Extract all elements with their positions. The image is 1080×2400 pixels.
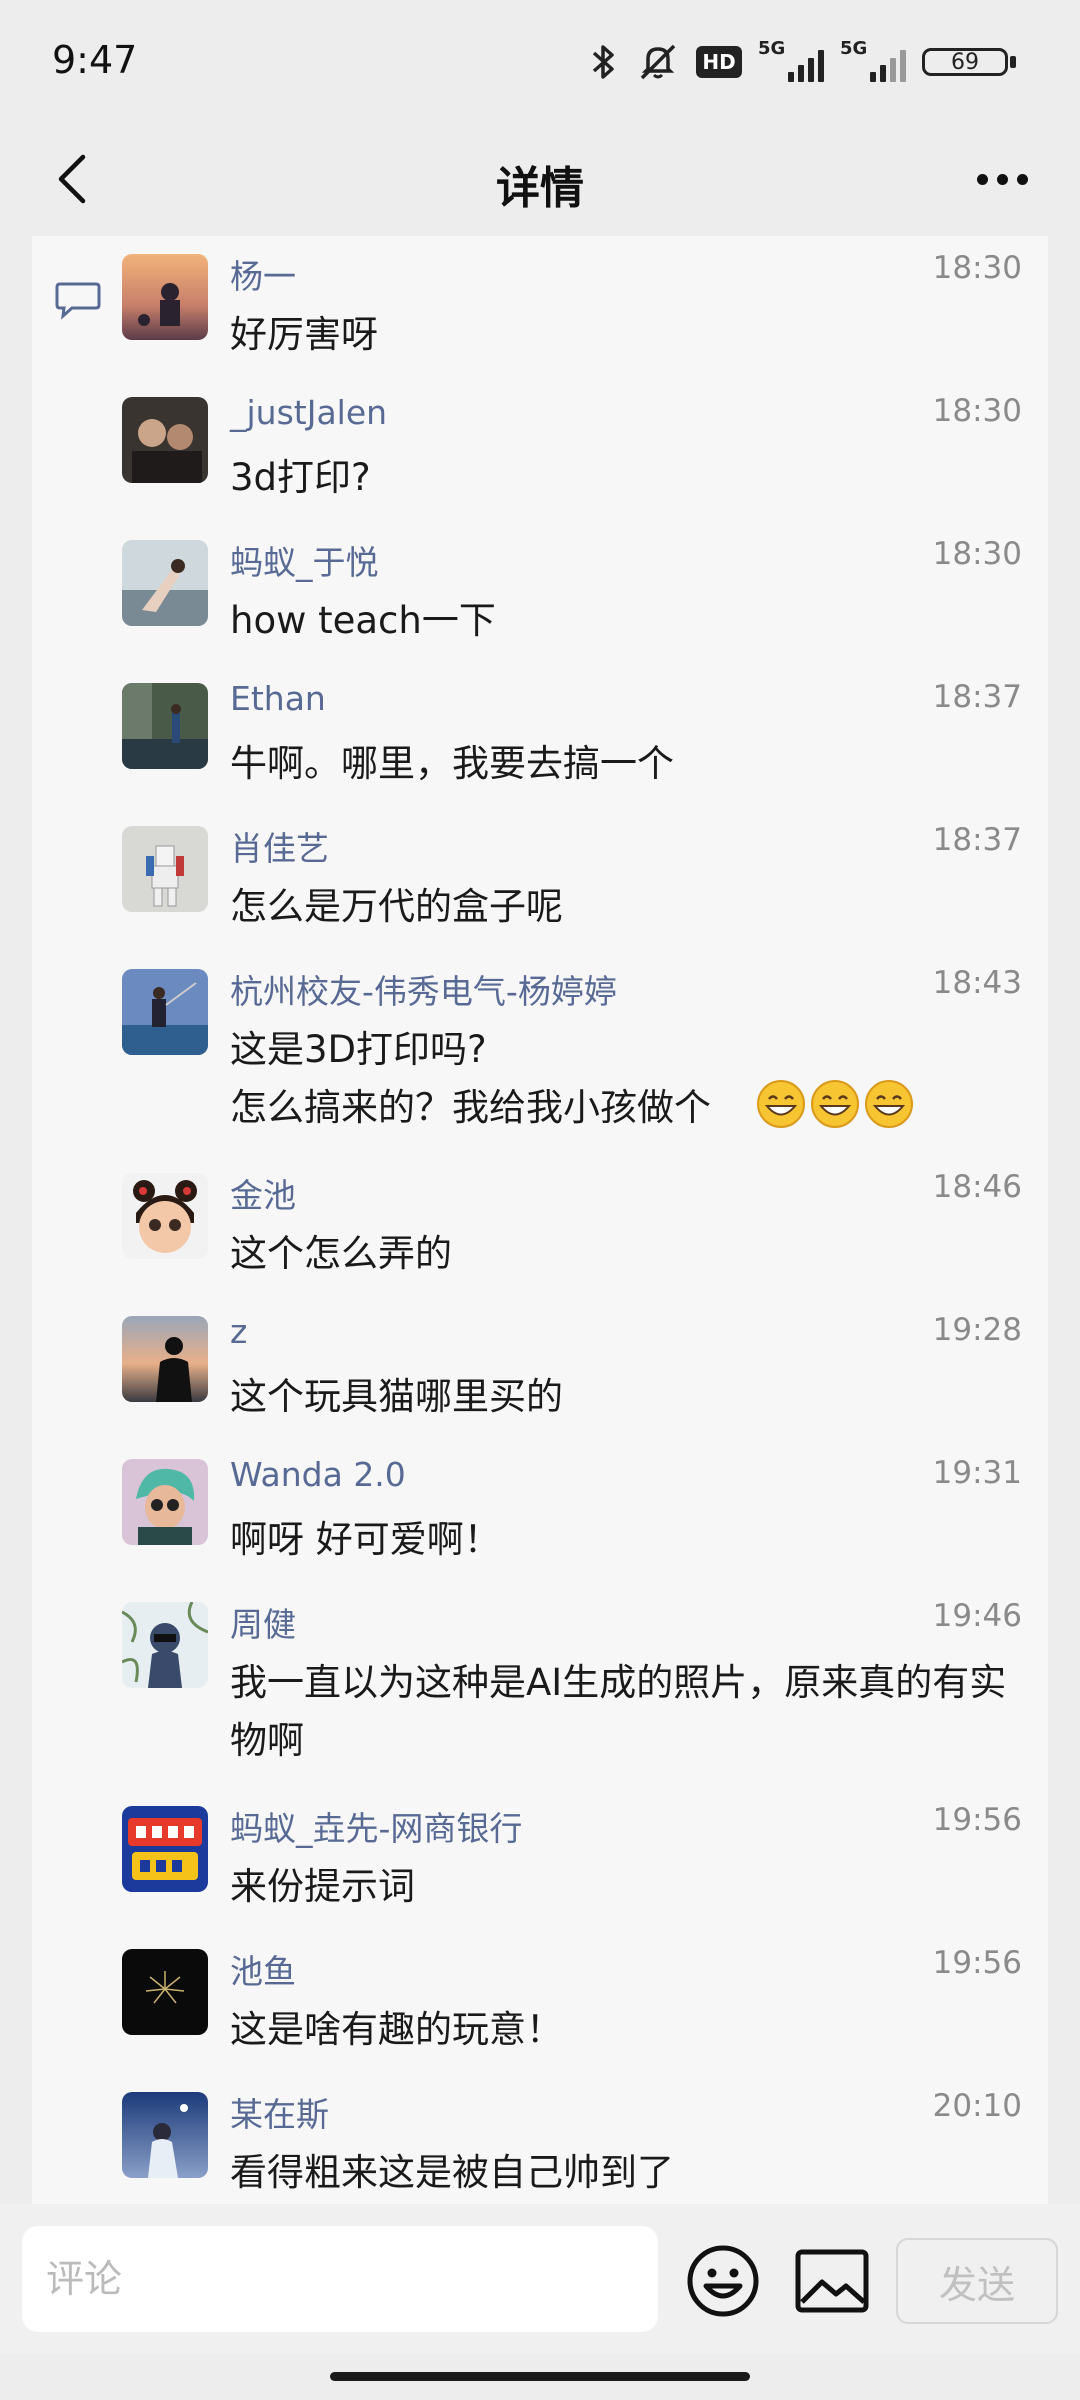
- avatar[interactable]: [122, 1949, 208, 2035]
- comment-time: 18:30: [932, 393, 1022, 429]
- mute-bell-icon: [640, 44, 676, 80]
- comment-time: 19:56: [932, 1802, 1022, 1838]
- emoji-icon[interactable]: [686, 2244, 760, 2318]
- comment-text: 这是3D打印吗? 怎么搞来的？我给我小孩做个: [230, 1028, 711, 1129]
- comment-text: how teach一下: [230, 599, 496, 642]
- emoji-row: [756, 1079, 918, 1129]
- signal-5g-icon: 5G: [758, 38, 824, 82]
- grin-emoji-icon: [865, 1080, 913, 1128]
- commenter-name[interactable]: 某在斯: [230, 2088, 329, 2136]
- comment-text: 怎么是万代的盒子呢: [230, 885, 563, 928]
- avatar[interactable]: [122, 1316, 208, 1402]
- commenter-name[interactable]: 池鱼: [230, 1945, 296, 1993]
- comment-text: 这个玩具猫哪里买的: [230, 1375, 563, 1418]
- commenter-name[interactable]: z: [230, 1312, 247, 1351]
- commenter-name[interactable]: 金池: [230, 1169, 296, 1217]
- avatar[interactable]: [122, 683, 208, 769]
- hd-voice-icon: HD: [696, 46, 742, 78]
- more-dots-icon: [976, 173, 988, 185]
- comment-time: 20:10: [932, 2088, 1022, 2124]
- comment-time: 18:30: [932, 250, 1022, 286]
- commenter-name[interactable]: 肖佳艺: [230, 822, 329, 870]
- comment-time: 19:56: [932, 1945, 1022, 1981]
- avatar[interactable]: [122, 969, 208, 1055]
- commenter-name[interactable]: 杨一: [230, 250, 296, 298]
- bluetooth-icon: [592, 45, 614, 79]
- comment-time: 19:31: [932, 1455, 1022, 1491]
- status-icons: HD 5G 5G 69: [588, 38, 1022, 84]
- comment-time: 18:37: [932, 679, 1022, 715]
- commenter-name[interactable]: Wanda 2.0: [230, 1455, 406, 1494]
- page-title: 详情: [496, 163, 584, 214]
- avatar[interactable]: [122, 1602, 208, 1688]
- avatar[interactable]: [122, 826, 208, 912]
- commenter-name[interactable]: 蚂蚁_于悦: [230, 536, 379, 584]
- comment-text: 我一直以为这种是AI生成的照片，原来真的有实物啊: [230, 1661, 1007, 1762]
- comment-text: 牛啊。哪里，我要去搞一个: [230, 742, 674, 785]
- commenter-name[interactable]: _justJalen: [230, 393, 387, 432]
- comment-text: 来份提示词: [230, 1865, 415, 1908]
- comments-list[interactable]: 杨一 18:30 好厉害呀 _justJalen 18:30 3d打印? 蚂蚁_…: [32, 236, 1048, 2204]
- comment-text: 看得粗来这是被自己帅到了: [230, 2151, 674, 2194]
- battery-icon: 69: [922, 44, 1022, 80]
- grin-emoji-icon: [811, 1080, 859, 1128]
- comment-input[interactable]: [22, 2226, 658, 2332]
- avatar[interactable]: [122, 540, 208, 626]
- avatar[interactable]: [122, 1806, 208, 1892]
- status-time: 9:47: [52, 38, 138, 82]
- comment-text: 3d打印?: [230, 456, 371, 499]
- comment-time: 18:30: [932, 536, 1022, 572]
- comment-text: 好厉害呀: [230, 313, 378, 356]
- avatar[interactable]: [122, 254, 208, 340]
- comment-time: 19:28: [932, 1312, 1022, 1348]
- signal-5g-icon: 5G: [840, 38, 906, 82]
- commenter-name[interactable]: 杭州校友-伟秀电气-杨婷婷: [230, 965, 617, 1013]
- more-button[interactable]: [962, 144, 1042, 214]
- avatar[interactable]: [122, 1459, 208, 1545]
- comment-input-bar: 发送: [0, 2204, 1080, 2354]
- commenter-name[interactable]: 周健: [230, 1598, 296, 1646]
- home-indicator[interactable]: [330, 2372, 750, 2381]
- comment-text: 这个怎么弄的: [230, 1232, 452, 1275]
- commenter-name[interactable]: Ethan: [230, 679, 326, 718]
- comment-time: 19:46: [932, 1598, 1022, 1634]
- avatar[interactable]: [122, 397, 208, 483]
- image-icon[interactable]: [794, 2248, 870, 2314]
- grin-emoji-icon: [757, 1080, 805, 1128]
- battery-level: 69: [922, 48, 1008, 76]
- send-button[interactable]: 发送: [896, 2238, 1058, 2324]
- comment-time: 18:37: [932, 822, 1022, 858]
- comment-time: 18:46: [932, 1169, 1022, 1205]
- avatar[interactable]: [122, 2092, 208, 2178]
- commenter-name[interactable]: 蚂蚁_垚先-网商银行: [230, 1802, 522, 1850]
- header: 详情: [0, 130, 1080, 234]
- comment-text: 啊呀 好可爱啊！: [230, 1518, 501, 1561]
- comment-bubble-icon: [55, 282, 101, 320]
- avatar[interactable]: [122, 1173, 208, 1259]
- comment-time: 18:43: [932, 965, 1022, 1001]
- comment-text: 这是啥有趣的玩意！: [230, 2008, 563, 2051]
- status-bar: 9:47 HD 5G 5G 69: [0, 0, 1080, 130]
